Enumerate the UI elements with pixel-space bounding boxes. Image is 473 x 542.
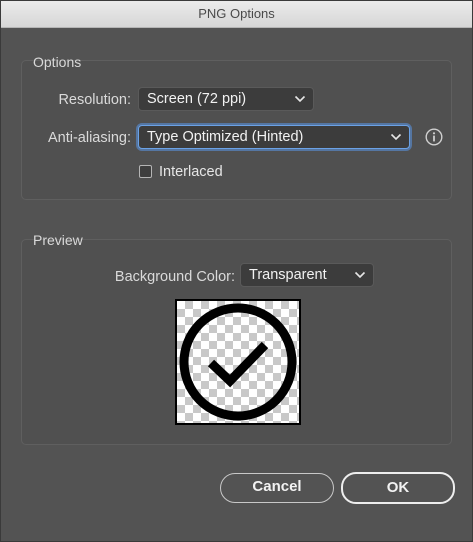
anti-aliasing-value: Type Optimized (Hinted) [147, 129, 304, 145]
window-title: PNG Options [1, 1, 472, 28]
info-icon[interactable] [425, 128, 443, 146]
resolution-value: Screen (72 ppi) [147, 91, 247, 107]
chevron-down-icon [294, 95, 306, 103]
anti-aliasing-select[interactable]: Type Optimized (Hinted) [138, 125, 410, 149]
chevron-down-icon [390, 133, 402, 141]
interlaced-label[interactable]: Interlaced [159, 164, 223, 180]
anti-aliasing-label: Anti-aliasing: [47, 130, 131, 146]
preview-canvas [175, 299, 301, 425]
resolution-label: Resolution: [58, 92, 131, 108]
png-options-dialog: PNG Options Options Resolution: Screen (… [0, 0, 473, 542]
background-color-value: Transparent [249, 267, 327, 283]
cancel-button[interactable]: Cancel [220, 473, 334, 503]
interlaced-checkbox[interactable] [139, 165, 152, 178]
chevron-down-icon [354, 271, 366, 279]
checkmark-circle-icon [179, 303, 297, 421]
resolution-select[interactable]: Screen (72 ppi) [138, 87, 314, 111]
options-group-title: Options [33, 54, 82, 70]
background-color-label: Background Color: [114, 269, 235, 285]
background-color-select[interactable]: Transparent [240, 263, 374, 287]
preview-group-title: Preview [33, 232, 83, 248]
ok-button[interactable]: OK [341, 472, 455, 504]
